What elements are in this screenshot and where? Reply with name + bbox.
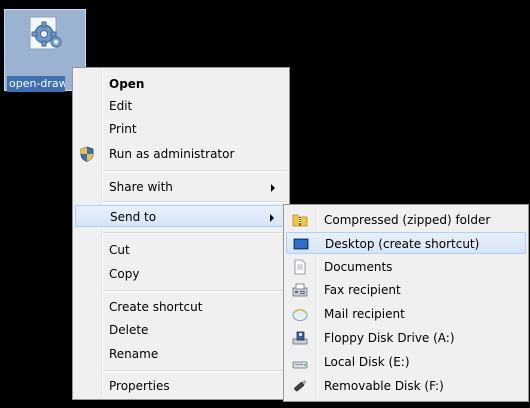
send-to-desktop-shortcut[interactable]: Desktop (create shortcut) [286,232,526,254]
menu-item-edit[interactable]: Edit [75,95,287,117]
menu-item-copy[interactable]: Copy [75,263,287,285]
documents-icon [292,259,308,275]
send-to-submenu: Compressed (zipped) folder Desktop (crea… [283,204,529,402]
gear-document-icon [27,16,63,52]
floppy-drive-icon [292,330,308,346]
send-to-removable-disk[interactable]: Removable Disk (F:) [286,375,526,397]
menu-separator [103,201,287,203]
desktop: open-draw Open Edit Print Run as adminis… [0,0,530,408]
context-menu: Open Edit Print Run as administrator Sha… [72,67,290,400]
send-to-local-disk[interactable]: Local Disk (E:) [286,351,526,373]
desktop-icon [293,236,309,252]
local-disk-icon [292,354,308,370]
send-to-compressed-folder[interactable]: Compressed (zipped) folder [286,209,526,231]
uac-shield-icon [79,146,95,162]
menu-separator [103,290,287,292]
menu-item-properties[interactable]: Properties [75,375,287,397]
zip-folder-icon [292,212,308,228]
menu-separator [103,232,287,234]
submenu-arrow-icon [271,184,275,192]
send-to-fax-recipient[interactable]: Fax recipient [286,279,526,301]
menu-item-delete[interactable]: Delete [75,319,287,341]
send-to-documents[interactable]: Documents [286,256,526,278]
menu-item-cut[interactable]: Cut [75,239,287,261]
menu-item-run-as-administrator[interactable]: Run as administrator [75,143,287,165]
menu-item-print[interactable]: Print [75,118,287,140]
menu-item-rename[interactable]: Rename [75,343,287,365]
menu-item-create-shortcut[interactable]: Create shortcut [75,296,287,318]
menu-separator [103,170,287,172]
menu-item-share-with[interactable]: Share with [75,176,287,198]
fax-icon [292,282,308,298]
send-to-floppy-drive[interactable]: Floppy Disk Drive (A:) [286,327,526,349]
mail-icon [292,306,308,322]
submenu-arrow-icon [270,214,274,222]
menu-item-open[interactable]: Open [75,73,287,95]
menu-separator [103,370,287,372]
menu-item-send-to[interactable]: Send to [75,205,287,227]
send-to-mail-recipient[interactable]: Mail recipient [286,303,526,325]
removable-disk-icon [292,378,308,394]
desktop-file-label: open-draw [7,76,65,92]
